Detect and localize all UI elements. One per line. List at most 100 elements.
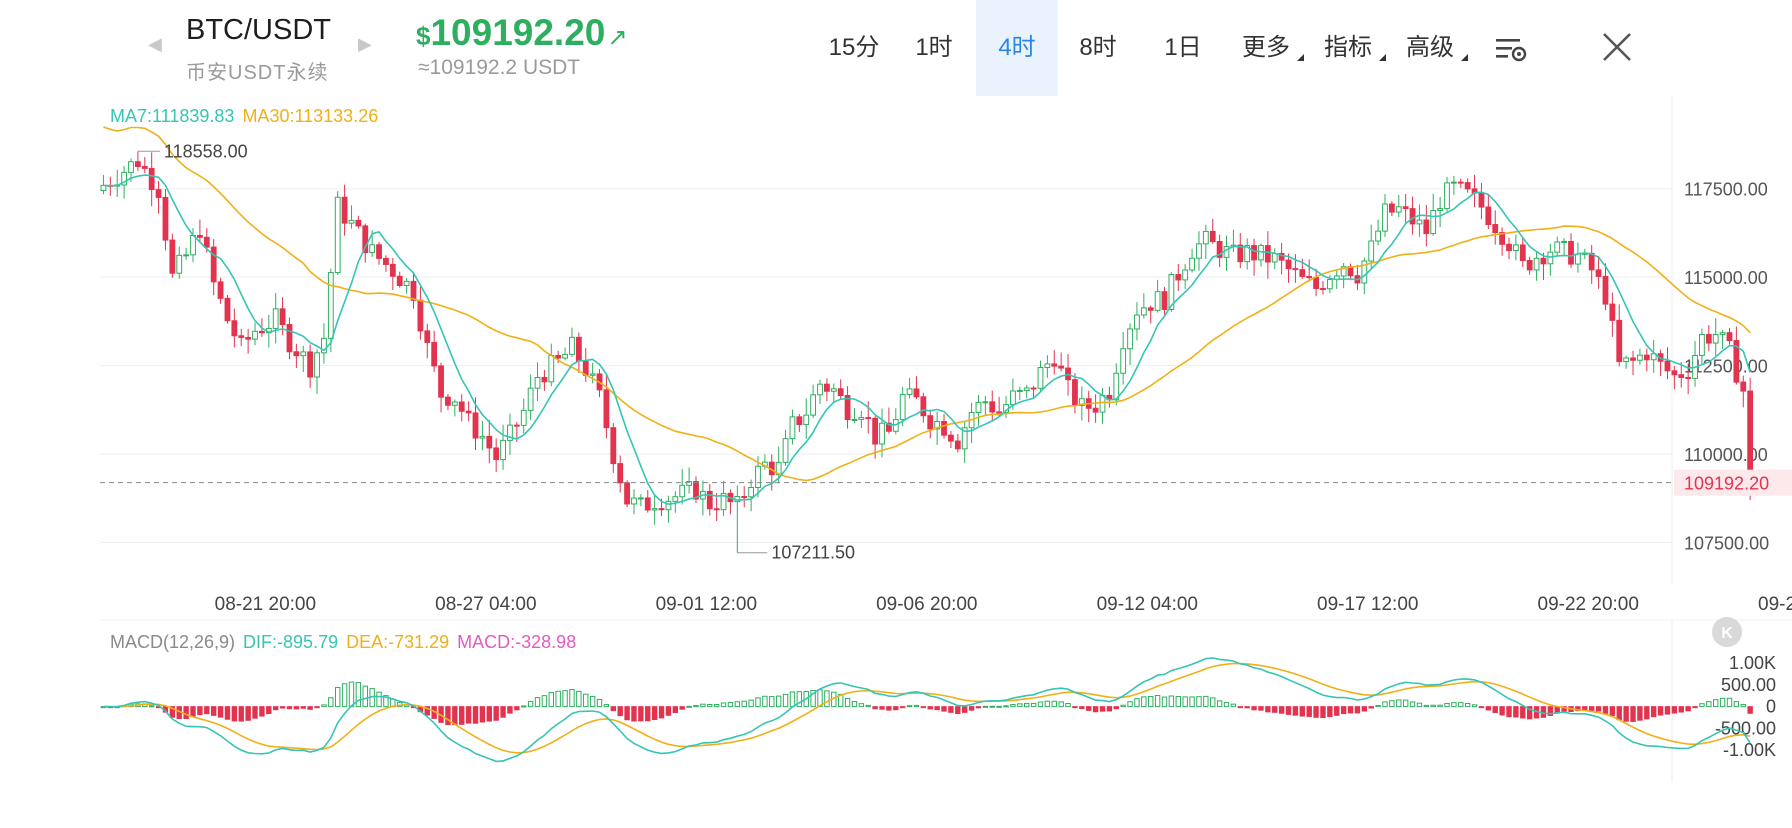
candle-body xyxy=(134,161,141,167)
candle-body xyxy=(1464,182,1471,190)
candle-body xyxy=(679,484,686,498)
candle-body xyxy=(334,196,341,274)
candle-body xyxy=(686,481,692,486)
macd-bar xyxy=(266,706,272,715)
candle-body xyxy=(245,336,252,340)
candle-body xyxy=(1202,230,1209,245)
price-chart[interactable]: 117500.00115000.00112500.00110000.001075… xyxy=(0,0,1792,828)
macd-bar xyxy=(1030,702,1037,708)
candle-body xyxy=(1051,363,1058,367)
macd-bar xyxy=(1017,703,1023,708)
ma7-line xyxy=(103,174,1751,506)
candle-body xyxy=(252,330,258,340)
macd-bar xyxy=(934,706,940,711)
macd-bar xyxy=(148,705,155,708)
macd-bar xyxy=(1134,698,1140,708)
macd-bar xyxy=(1499,706,1505,716)
candle-body xyxy=(1588,252,1595,271)
macd-bar xyxy=(1616,706,1622,721)
macd-bar xyxy=(844,697,851,708)
candle-body xyxy=(1568,241,1574,265)
macd-bar xyxy=(1437,704,1443,708)
macd-bar xyxy=(1582,706,1588,711)
macd-bar xyxy=(672,706,679,714)
ma30-line xyxy=(103,126,1751,482)
candle-body xyxy=(286,324,293,353)
macd-bar xyxy=(210,706,217,716)
macd-bar xyxy=(514,706,520,711)
macd-bar xyxy=(679,706,685,710)
candle-body xyxy=(1685,376,1692,379)
candle-body xyxy=(259,330,265,334)
candle-body xyxy=(1320,287,1326,290)
macd-bar xyxy=(328,697,334,708)
macd-y-tick-label: 500.00 xyxy=(1721,675,1776,695)
candle-body xyxy=(1016,389,1023,392)
macd-bar xyxy=(452,706,458,726)
candle-body xyxy=(651,508,658,511)
macd-bar xyxy=(1650,706,1657,718)
macd-bar xyxy=(541,695,548,708)
macd-bar xyxy=(824,690,830,708)
candle-body xyxy=(541,377,548,383)
candle-body xyxy=(176,254,183,274)
macd-bar xyxy=(1189,696,1195,708)
candle-body xyxy=(403,280,410,287)
macd-bar xyxy=(1747,706,1753,714)
macd-bar xyxy=(1354,706,1361,714)
macd-bar xyxy=(507,706,513,714)
candle-body xyxy=(548,355,555,383)
macd-bar xyxy=(1595,706,1602,712)
macd-bar xyxy=(1106,706,1113,712)
macd-bar xyxy=(459,706,465,725)
macd-bar xyxy=(955,706,961,715)
candle-body xyxy=(438,365,444,398)
macd-bar xyxy=(1430,704,1436,708)
macd-bar xyxy=(1327,706,1333,718)
macd-bar xyxy=(1154,695,1161,708)
candle-body xyxy=(197,234,203,238)
candle-body xyxy=(1450,181,1457,184)
macd-bar xyxy=(583,693,589,708)
macd-bar xyxy=(1079,706,1085,710)
macd-bar xyxy=(1692,706,1698,709)
macd-bar xyxy=(1127,701,1133,708)
candle-body xyxy=(1416,219,1423,225)
macd-bar xyxy=(1506,706,1512,718)
candle-body xyxy=(1375,230,1381,242)
candle-body xyxy=(858,417,865,420)
candle-body xyxy=(217,281,224,299)
candle-body xyxy=(1182,269,1189,281)
macd-bar xyxy=(548,692,554,708)
candle-body xyxy=(1030,387,1037,390)
candle-body xyxy=(851,418,858,421)
macd-bar xyxy=(1175,696,1181,708)
candle-body xyxy=(624,482,630,505)
macd-bar xyxy=(624,706,630,721)
macd-bar xyxy=(500,706,506,718)
macd-bar xyxy=(879,706,885,710)
macd-bar xyxy=(1678,706,1684,713)
candle-body xyxy=(665,500,672,511)
candle-body xyxy=(148,167,155,191)
macd-bar xyxy=(376,691,382,708)
macd-bar xyxy=(1120,704,1126,708)
candle-body xyxy=(431,341,438,367)
macd-bar xyxy=(1320,706,1326,719)
candle-body xyxy=(383,257,389,265)
macd-bar xyxy=(355,682,362,708)
candle-body xyxy=(1547,251,1554,265)
macd-bar xyxy=(1706,701,1712,708)
macd-bar xyxy=(968,706,975,711)
candle-body xyxy=(1506,243,1512,252)
candle-body xyxy=(1740,381,1747,392)
candle-body xyxy=(238,335,245,338)
candle-body xyxy=(445,396,451,406)
candle-body xyxy=(1258,245,1264,261)
candle-body xyxy=(948,434,954,442)
candle-body xyxy=(989,401,996,413)
macd-bar xyxy=(748,699,754,708)
candle-body xyxy=(1595,269,1602,277)
x-tick-label: 09-01 12:00 xyxy=(656,594,757,615)
candle-body xyxy=(1561,241,1568,244)
